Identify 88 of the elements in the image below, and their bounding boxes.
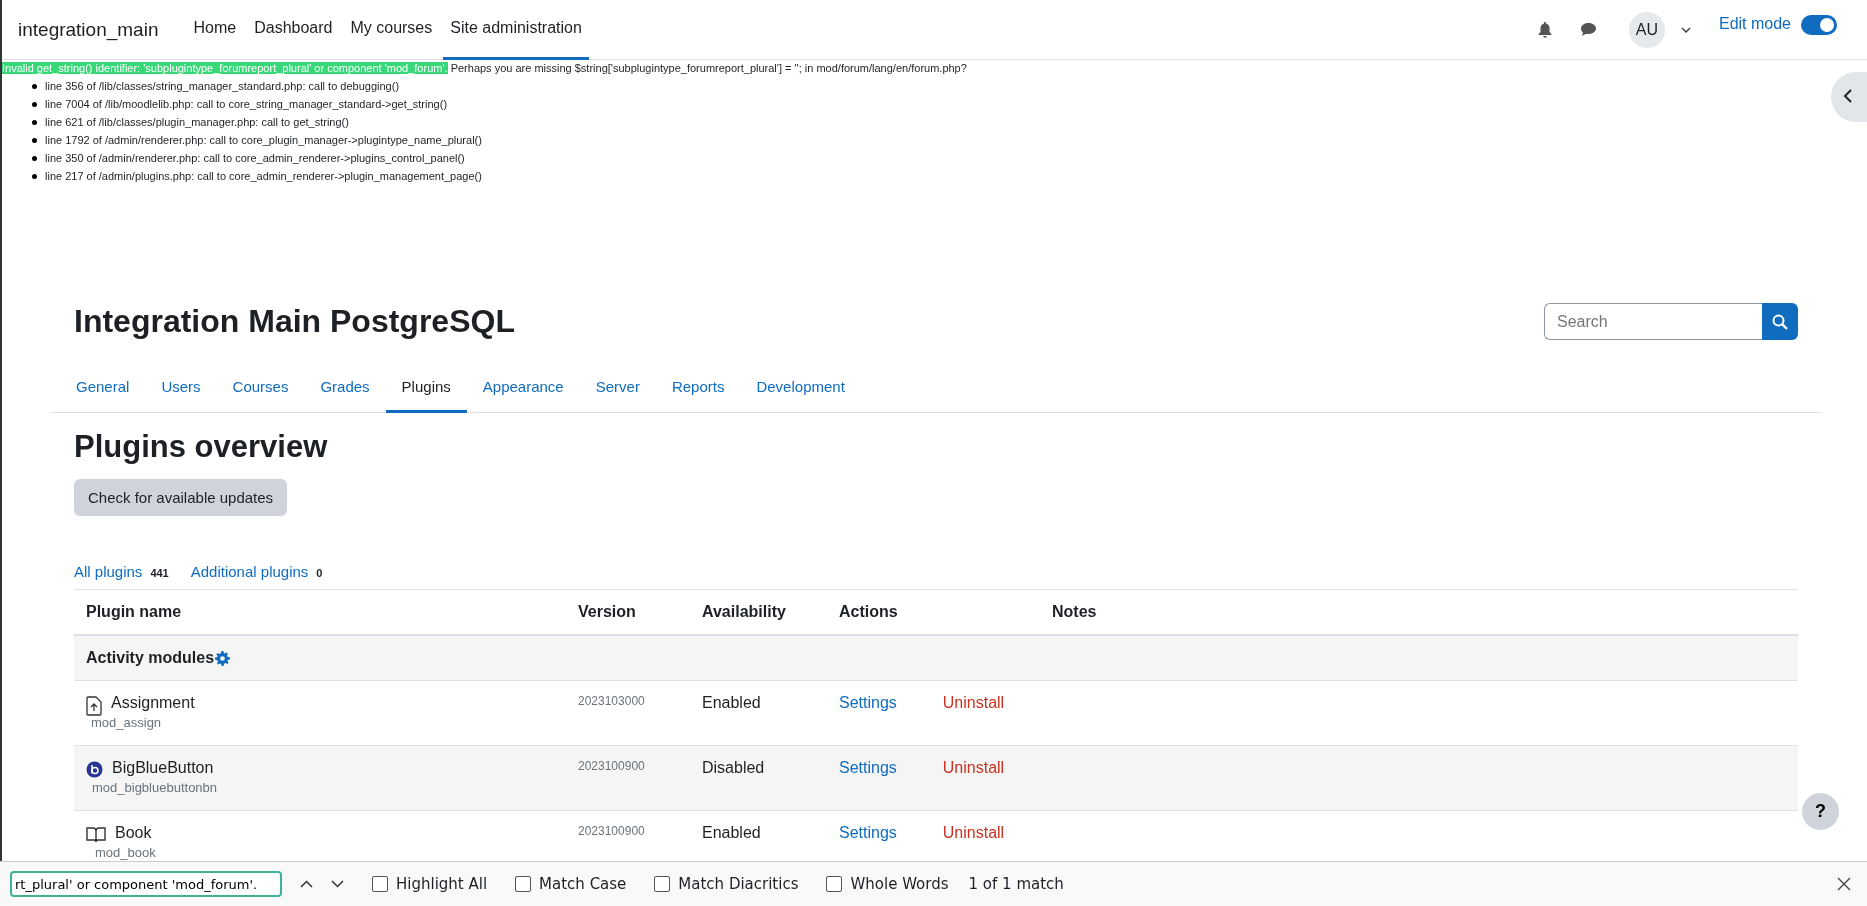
find-field[interactable]: rt_plural' or component 'mod_forum'. bbox=[10, 871, 282, 897]
stack-trace-line: line 1792 of /admin/renderer.php: call to core_plugin_manager->plugintype_name_plural() bbox=[45, 133, 482, 147]
bullet bbox=[32, 83, 37, 89]
availability-status: Disabled bbox=[701, 759, 766, 777]
stack-trace-line: line 217 of /admin/plugins.php: call to core_admin_renderer->plugin_management_page() bbox=[45, 169, 482, 183]
bullet bbox=[32, 119, 37, 125]
tab[interactable]: Reports bbox=[655, 366, 741, 413]
settings-link[interactable]: Settings bbox=[839, 694, 897, 712]
tab[interactable]: Users bbox=[145, 366, 217, 413]
checkbox-label[interactable]: Match Case bbox=[539, 875, 627, 893]
column-header: Plugin name bbox=[85, 603, 183, 621]
column-header: Version bbox=[577, 603, 637, 621]
chevron-down-icon[interactable] bbox=[331, 880, 344, 888]
column-header: Availability bbox=[701, 603, 787, 621]
tab[interactable]: Appearance bbox=[466, 366, 580, 413]
checkbox[interactable] bbox=[654, 876, 671, 892]
search-button[interactable] bbox=[1762, 303, 1798, 340]
plugin-count: 441 bbox=[150, 567, 169, 579]
chevron-down-icon[interactable] bbox=[1680, 26, 1691, 33]
checkbox[interactable] bbox=[372, 876, 388, 892]
plugin-name: Book bbox=[115, 824, 153, 842]
stack-trace-line: line 350 of /admin/renderer.php: call to core_admin_renderer->plugins_control_panel() bbox=[45, 151, 465, 165]
bell-icon[interactable] bbox=[1537, 21, 1552, 38]
tab[interactable]: Plugins bbox=[385, 366, 467, 413]
search-field[interactable]: Search bbox=[1544, 303, 1762, 340]
stack-trace-line: line 356 of /lib/classes/string_manager_standard.php: call to debugging() bbox=[45, 79, 400, 93]
edit-mode-label: Edit mode bbox=[1718, 15, 1791, 33]
component-name: mod_book bbox=[95, 845, 156, 860]
chevron-left-icon[interactable] bbox=[1843, 87, 1853, 104]
section-heading: Plugins overview bbox=[74, 429, 329, 465]
checkbox-label[interactable]: Highlight All bbox=[396, 875, 488, 893]
availability-status: Enabled bbox=[701, 694, 762, 712]
availability-status: Enabled bbox=[701, 824, 762, 842]
close-icon[interactable] bbox=[1837, 877, 1851, 891]
checkbox-label[interactable]: Whole Words bbox=[850, 875, 949, 893]
nav-link[interactable]: Home bbox=[186, 0, 244, 60]
chevron-up-icon[interactable] bbox=[300, 880, 313, 888]
plugin-name: Assignment bbox=[111, 694, 195, 712]
bullet bbox=[32, 137, 37, 143]
page-title: Integration Main PostgreSQL bbox=[74, 303, 515, 340]
bullet bbox=[32, 173, 37, 179]
tab[interactable]: Courses bbox=[216, 366, 305, 413]
version-number: 2023100900 bbox=[577, 824, 646, 838]
edit-mode-toggle[interactable] bbox=[1801, 15, 1837, 35]
component-name: mod_assign bbox=[91, 715, 163, 730]
column-header: Actions bbox=[838, 603, 899, 621]
stack-trace-line: line 621 of /lib/classes/plugin_manager.php: call to get_string() bbox=[45, 115, 349, 129]
nav-link[interactable]: Site administration bbox=[443, 0, 589, 60]
nav-link[interactable]: My courses bbox=[343, 0, 440, 60]
bullet bbox=[32, 101, 37, 107]
site-name[interactable]: integration_main bbox=[18, 18, 159, 41]
settings-link[interactable]: Settings bbox=[839, 759, 897, 777]
debug-message: Perhaps you are missing $string['subplugintype_forumreport_plural'] = ''; in mod/forum/lang/en/forum.php? bbox=[450, 62, 967, 74]
nav-link[interactable]: Dashboard bbox=[247, 0, 340, 60]
user-avatar[interactable]: AU bbox=[1628, 11, 1665, 48]
checkbox[interactable] bbox=[826, 876, 843, 892]
filter-link[interactable]: Additional plugins bbox=[190, 563, 309, 580]
search-icon[interactable] bbox=[1772, 313, 1788, 330]
tab[interactable]: Server bbox=[579, 366, 656, 413]
debug-message-match: Invalid get_string() identifier: 'subplugintype_forumreport_plural' or component 'mod_forum'. bbox=[2, 62, 448, 74]
version-number: 2023100900 bbox=[577, 759, 646, 773]
component-name: mod_bigbluebuttonbn bbox=[92, 780, 218, 795]
filter-link[interactable]: All plugins bbox=[74, 563, 143, 580]
tab[interactable]: Development bbox=[740, 366, 861, 413]
uninstall-link[interactable]: Uninstall bbox=[942, 824, 1005, 842]
uninstall-link[interactable]: Uninstall bbox=[942, 759, 1005, 777]
file-upload-icon bbox=[86, 696, 102, 716]
help-button[interactable]: ? bbox=[1802, 793, 1839, 830]
drawer-toggle-button[interactable] bbox=[1831, 72, 1867, 122]
check-updates-button[interactable]: Check for available updates bbox=[74, 479, 288, 516]
match-count: 1 of 1 match bbox=[968, 875, 1064, 893]
group-heading: Activity modules bbox=[86, 649, 215, 667]
plugin-name: BigBlueButton bbox=[112, 759, 215, 777]
tab[interactable]: Grades bbox=[304, 366, 386, 413]
stack-trace-line: line 7004 of /lib/moodlelib.php: call to core_string_manager_standard->get_string() bbox=[45, 97, 448, 111]
chat-icon[interactable] bbox=[1579, 22, 1597, 37]
tab[interactable]: General bbox=[60, 366, 146, 413]
bullet bbox=[32, 155, 37, 161]
gear-icon[interactable] bbox=[215, 650, 231, 666]
settings-link[interactable]: Settings bbox=[839, 824, 897, 842]
checkbox[interactable] bbox=[515, 876, 532, 892]
plugin-count: 0 bbox=[316, 567, 323, 579]
checkbox-label[interactable]: Match Diacritics bbox=[678, 875, 799, 893]
column-header: Notes bbox=[1051, 603, 1098, 621]
version-number: 2023103000 bbox=[577, 694, 646, 708]
uninstall-link[interactable]: Uninstall bbox=[942, 694, 1005, 712]
b-circle-icon bbox=[86, 761, 103, 778]
book-icon bbox=[86, 826, 106, 843]
